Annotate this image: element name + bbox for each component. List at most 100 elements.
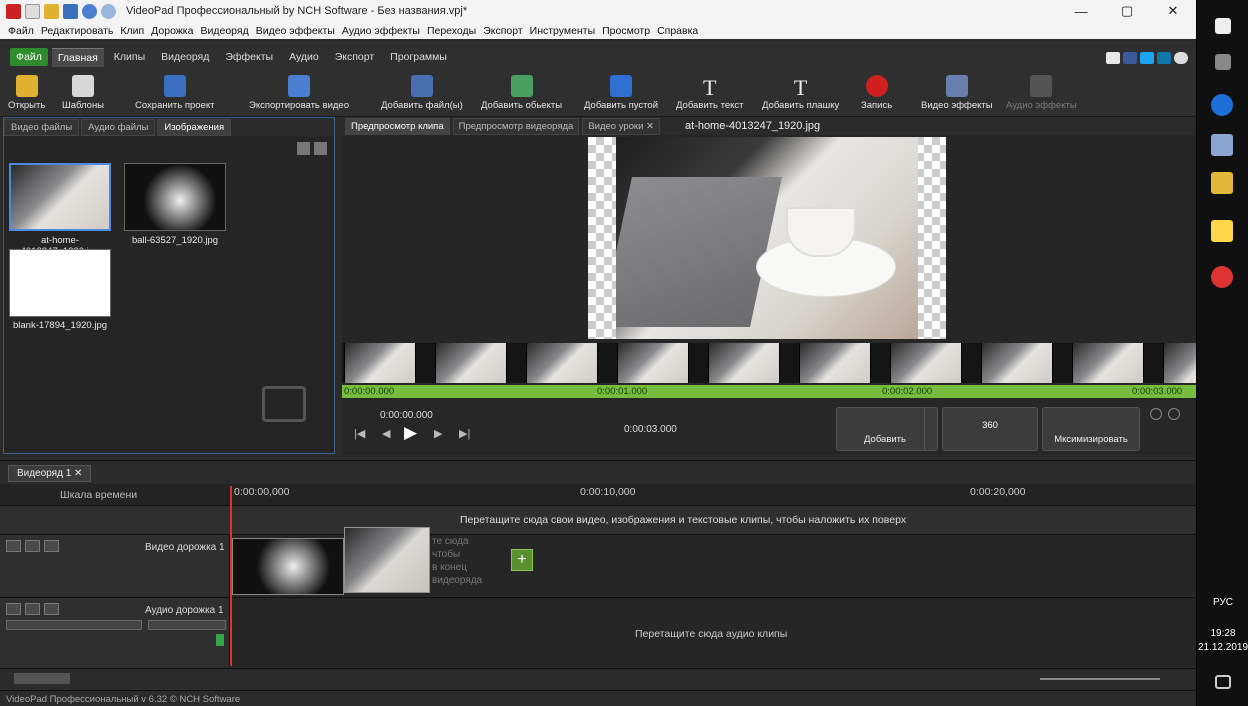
collapse-icon[interactable] <box>6 540 21 552</box>
new-project-icon[interactable] <box>25 3 40 19</box>
timeline-scale[interactable]: Шкала времени 0:00:00,000 0:00:10,000 0:… <box>0 484 1196 506</box>
add-files-button[interactable]: Добавить файл(ы) <box>381 75 463 111</box>
add-to-sequence-button[interactable]: Добавить <box>836 407 934 451</box>
clock-time[interactable]: 19:28 <box>1197 628 1248 639</box>
notifications-icon[interactable] <box>1215 675 1231 689</box>
menu-view[interactable]: Просмотр <box>602 25 650 37</box>
speaker-icon[interactable] <box>25 603 40 615</box>
maximize-button[interactable]: ▢ <box>1104 0 1150 22</box>
zoom-in-icon[interactable] <box>1168 408 1180 420</box>
menu-track[interactable]: Дорожка <box>151 25 193 37</box>
tab-clip-preview[interactable]: Предпросмотр клипа <box>345 117 450 135</box>
favorites-icon[interactable] <box>1211 220 1233 242</box>
redo-icon[interactable] <box>101 3 116 19</box>
save-icon[interactable] <box>63 3 78 19</box>
menu-export[interactable]: Экспорт <box>483 25 522 37</box>
timeline-zoom-slider[interactable] <box>1040 678 1160 680</box>
timeline-clip-at-home[interactable] <box>344 527 430 593</box>
timeline-clip-ball[interactable] <box>232 538 344 595</box>
add-dropdown-button[interactable] <box>924 407 938 451</box>
export-video-button[interactable]: Экспортировать видео <box>249 75 349 111</box>
step-forward-icon[interactable]: ▶ <box>434 427 442 440</box>
lock-icon[interactable] <box>44 603 59 615</box>
skip-start-icon[interactable]: |◀ <box>354 427 365 440</box>
tab-clips[interactable]: Клипы <box>108 48 151 66</box>
audio-effects-button[interactable]: Аудио эффекты <box>1006 75 1077 111</box>
zoom-out-icon[interactable] <box>1150 408 1162 420</box>
video-effects-button[interactable]: Видео эффекты <box>921 75 993 111</box>
tab-home[interactable]: Главная <box>51 47 104 67</box>
view-360-button[interactable]: 360 <box>942 407 1038 451</box>
tab-programs[interactable]: Программы <box>384 48 453 66</box>
play-icon[interactable]: ▶ <box>404 423 417 443</box>
tab-audio-files[interactable]: Аудио файлы <box>81 119 156 136</box>
recorder-icon[interactable] <box>1211 266 1233 288</box>
preview-ruler[interactable]: 0:00:00.000 0:00:01.000 0:00:02.000 0:00… <box>342 385 1196 398</box>
help-icon[interactable] <box>1174 52 1188 64</box>
app-icon[interactable] <box>1211 134 1233 156</box>
add-clip-button[interactable]: + <box>511 549 533 571</box>
templates-button[interactable]: Шаблоны <box>62 75 104 111</box>
tab-images[interactable]: Изображения <box>157 119 232 136</box>
add-plate-button[interactable]: T Добавить плашку <box>762 75 839 111</box>
tab-effects[interactable]: Эффекты <box>219 48 279 66</box>
clock-date[interactable]: 21.12.2019 <box>1197 642 1248 653</box>
tab-export[interactable]: Экспорт <box>329 48 380 66</box>
overlay-track[interactable]: Перетащите сюда свои видео, изображения … <box>0 506 1196 534</box>
menu-sequence[interactable]: Видеоряд <box>200 25 248 37</box>
pan-slider[interactable] <box>148 620 226 630</box>
menu-edit[interactable]: Редактировать <box>41 25 114 37</box>
step-back-icon[interactable]: ◀ <box>382 427 390 440</box>
menu-tools[interactable]: Инструменты <box>530 25 595 37</box>
volume-slider[interactable] <box>6 620 142 630</box>
delete-icon[interactable] <box>297 142 310 155</box>
input-language[interactable]: РУС <box>1197 597 1248 608</box>
skip-end-icon[interactable]: ▶| <box>459 427 470 440</box>
twitter-icon[interactable] <box>1140 52 1154 64</box>
list-view-icon[interactable] <box>314 142 327 155</box>
minimize-button[interactable]: — <box>1058 0 1104 22</box>
scroll-thumb[interactable] <box>14 673 70 684</box>
tab-audio[interactable]: Аудио <box>283 48 325 66</box>
tab-sequence-preview[interactable]: Предпросмотр видеоряда <box>452 117 580 135</box>
preview-canvas[interactable] <box>588 137 946 339</box>
add-blank-button[interactable]: Добавить пустой <box>584 75 658 111</box>
edge-browser-icon[interactable] <box>1211 94 1233 116</box>
lock-icon[interactable] <box>44 540 59 552</box>
facebook-icon[interactable] <box>1123 52 1137 64</box>
like-icon[interactable] <box>1106 52 1120 64</box>
bin-item-blank[interactable] <box>9 249 111 317</box>
record-button[interactable]: Запись <box>861 75 892 111</box>
playhead[interactable] <box>230 486 232 666</box>
video-track[interactable]: Видео дорожка 1 те сюда чтобы в конец ви… <box>0 527 1196 596</box>
tab-video-lessons[interactable]: Видео уроки ✕ <box>582 117 660 135</box>
menu-file[interactable]: Файл <box>8 25 34 37</box>
collapse-icon[interactable] <box>6 603 21 615</box>
bin-item-ball[interactable] <box>124 163 226 231</box>
audio-track[interactable]: Аудио дорожка 1 Перетащите сюда аудио кл… <box>0 597 1196 667</box>
timeline-scrollbar[interactable] <box>0 668 1196 688</box>
file-explorer-icon[interactable] <box>1211 172 1233 194</box>
menu-audio-effects[interactable]: Аудио эффекты <box>342 25 420 37</box>
add-objects-button[interactable]: Добавить обьекты <box>481 75 562 111</box>
tab-sequence[interactable]: Видеоряд <box>155 48 215 66</box>
linkedin-icon[interactable] <box>1157 52 1171 64</box>
add-text-button[interactable]: T Добавить текст <box>676 75 744 111</box>
bin-item-at-home[interactable] <box>9 163 111 231</box>
undo-icon[interactable] <box>82 3 97 19</box>
open-icon[interactable] <box>44 3 59 19</box>
task-view-icon[interactable] <box>1215 54 1231 70</box>
menu-video-effects[interactable]: Видео эффекты <box>256 25 335 37</box>
save-project-button[interactable]: Сохранить проект <box>135 75 214 111</box>
menu-transitions[interactable]: Переходы <box>427 25 476 37</box>
sequence-tab[interactable]: Видеоряд 1 ✕ <box>8 465 92 482</box>
close-button[interactable]: ✕ <box>1150 0 1196 22</box>
tab-file[interactable]: Файл <box>10 48 48 66</box>
menu-clip[interactable]: Клип <box>120 25 144 37</box>
tab-video-files[interactable]: Видео файлы <box>4 119 80 136</box>
maximize-preview-button[interactable]: Мксимизировать <box>1042 407 1140 451</box>
filmstrip[interactable] <box>342 343 1196 383</box>
visibility-icon[interactable] <box>25 540 40 552</box>
open-button[interactable]: Открыть <box>8 75 45 111</box>
start-icon[interactable] <box>1215 18 1231 34</box>
